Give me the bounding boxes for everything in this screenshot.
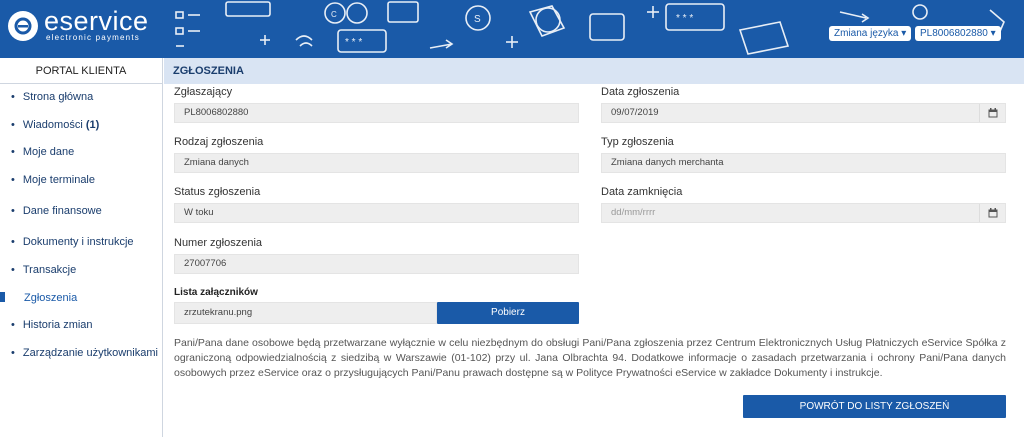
close-date-placeholder: dd/mm/rrrr: [611, 207, 656, 218]
checklist-icon: [175, 11, 184, 19]
calendar-icon[interactable]: [979, 204, 1005, 222]
date-label: Data zgłoszenia: [601, 86, 680, 98]
date-value: 09/07/2019: [611, 107, 659, 118]
sidebar-item-label: Wiadomości: [22, 119, 83, 131]
sidebar-item-tickets[interactable]: Zgłoszenia: [24, 292, 77, 304]
messages-count-badge: (1): [85, 119, 100, 131]
sidebar-item-label: Zarządzanie użytkownikami: [22, 347, 158, 359]
language-label: Zmiana języka: [834, 28, 899, 39]
attachments-title: Lista załączników: [174, 287, 258, 298]
sidebar-item-label: Dokumenty i instrukcje: [22, 236, 134, 248]
svg-text:* * *: * * *: [345, 37, 362, 48]
svg-text:S: S: [474, 14, 481, 25]
logo-mark-icon: [8, 10, 38, 41]
close-date-field[interactable]: dd/mm/rrrr: [601, 203, 1006, 223]
attachment-filename: zrzutekranu.png: [184, 307, 253, 318]
status-label: Status zgłoszenia: [174, 186, 261, 198]
sidebar-item-financial-data[interactable]: Dane finansowe: [11, 205, 102, 217]
sidebar-item-my-data[interactable]: Moje dane: [11, 146, 74, 158]
reporter-value: PL8006802880: [184, 107, 249, 118]
sidebar-item-label: Zgłoszenia: [24, 292, 78, 304]
sidebar-item-terminals[interactable]: Moje terminale: [11, 174, 95, 186]
sidebar-item-label: Moje dane: [22, 146, 75, 158]
caret-down-icon: ▾: [987, 28, 996, 39]
sidebar-item-documents[interactable]: Dokumenty i instrukcje: [11, 236, 134, 248]
kind-label: Rodzaj zgłoszenia: [174, 136, 264, 148]
calendar-icon[interactable]: [979, 104, 1005, 122]
download-button[interactable]: Pobierz: [437, 302, 579, 324]
sidebar-title: PORTAL KLIENTA: [0, 58, 162, 84]
sidebar-item-transactions[interactable]: Transakcje: [11, 264, 76, 276]
sidebar-item-history[interactable]: Historia zmian: [11, 319, 93, 331]
sidebar-item-messages[interactable]: Wiadomości (1): [11, 119, 99, 131]
account-label: PL8006802880: [920, 28, 988, 39]
type-label: Typ zgłoszenia: [601, 136, 674, 148]
caret-down-icon: ▾: [898, 28, 907, 39]
logo-tagline: electronic payments: [46, 33, 140, 42]
section-title: ZGŁOSZENIA: [164, 58, 1024, 84]
language-dropdown[interactable]: Zmiana języka ▾: [829, 26, 912, 41]
status-value: W toku: [184, 207, 214, 218]
sidebar-item-label: Strona główna: [22, 91, 94, 103]
back-to-list-button[interactable]: POWRÓT DO LISTY ZGŁOSZEŃ: [743, 395, 1006, 418]
svg-text:* * *: * * *: [676, 13, 693, 24]
sidebar-item-user-management[interactable]: Zarządzanie użytkownikami: [11, 347, 158, 359]
active-indicator: [0, 292, 5, 302]
number-field[interactable]: 27007706: [174, 254, 579, 274]
privacy-notice: Pani/Pana dane osobowe będą przetwarzane…: [174, 337, 1006, 379]
sidebar-item-label: Historia zmian: [22, 319, 93, 331]
status-field[interactable]: W toku: [174, 203, 579, 223]
date-field[interactable]: 09/07/2019: [601, 103, 1006, 123]
type-value: Zmiana danych merchanta: [611, 157, 724, 168]
number-value: 27007706: [184, 258, 227, 269]
sidebar-item-label: Moje terminale: [22, 174, 95, 186]
kind-value: Zmiana danych: [184, 157, 249, 168]
attachment-row: zrzutekranu.png: [174, 302, 437, 324]
reporter-field[interactable]: PL8006802880: [174, 103, 579, 123]
logo-name: eservice: [44, 6, 149, 36]
sidebar: PORTAL KLIENTA Strona główna Wiadomości …: [0, 58, 163, 437]
account-dropdown[interactable]: PL8006802880 ▾: [915, 26, 1001, 41]
svg-text:C: C: [331, 10, 337, 19]
type-field[interactable]: Zmiana danych merchanta: [601, 153, 1006, 173]
sidebar-item-label: Transakcje: [22, 264, 77, 276]
kind-field[interactable]: Zmiana danych: [174, 153, 579, 173]
close-date-label: Data zamknięcia: [601, 186, 683, 198]
reporter-label: Zgłaszający: [174, 86, 233, 98]
sidebar-item-home[interactable]: Strona główna: [11, 91, 93, 103]
sidebar-item-label: Dane finansowe: [22, 205, 102, 217]
eservice-logo[interactable]: eservice electronic payments: [8, 6, 149, 42]
top-header: * * * * * * S C eservice electronic paym…: [0, 0, 1024, 58]
number-label: Numer zgłoszenia: [174, 237, 263, 249]
